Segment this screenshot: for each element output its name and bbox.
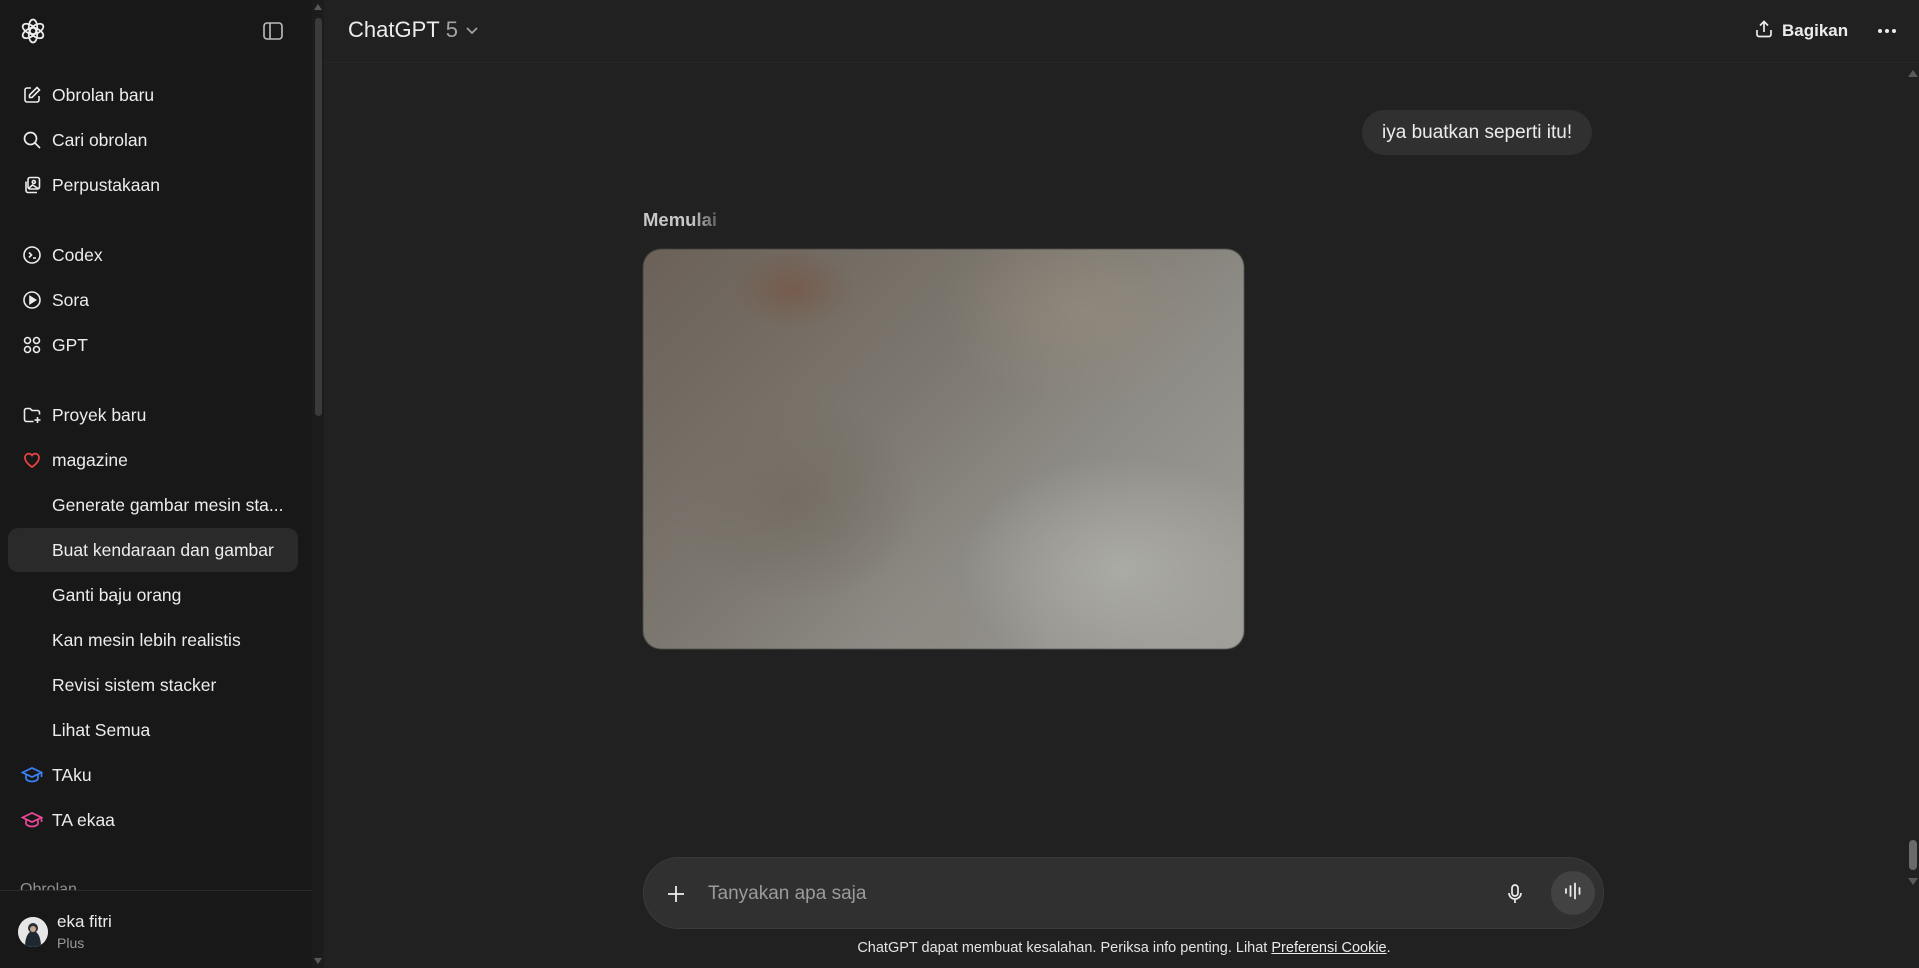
scroll-down-icon[interactable] [1908, 878, 1918, 885]
sidebar-item-gpt[interactable]: GPT [8, 323, 298, 367]
scroll-down-icon[interactable] [314, 958, 322, 964]
voice-mode-button[interactable] [1551, 871, 1595, 915]
sidebar-item-label: Sora [52, 289, 89, 310]
disclaimer-text: ChatGPT dapat membuat kesalahan. Periksa… [857, 940, 1272, 956]
sidebar-item-label: Generate gambar mesin sta... [52, 494, 284, 515]
scrollbar-thumb[interactable] [315, 18, 322, 416]
model-name: ChatGPT [348, 17, 440, 42]
top-bar: ChatGPT 5 Bagikan [324, 0, 1919, 63]
sidebar-scrollbar[interactable] [312, 0, 324, 968]
microphone-icon[interactable] [1501, 880, 1529, 908]
sidebar-item-codex[interactable]: Codex [8, 233, 298, 277]
user-plan: Plus [57, 935, 85, 951]
sidebar-item-label: Kan mesin lebih realistis [52, 629, 241, 650]
sidebar-item-chat[interactable]: Ganti baju orang [8, 573, 298, 617]
sidebar-item-label: TA ekaa [52, 809, 115, 830]
avatar [18, 917, 48, 947]
sidebar-item-see-all[interactable]: Lihat Semua [8, 708, 298, 752]
main-area: ChatGPT 5 Bagikan iya buatkan seperti it… [324, 0, 1919, 968]
model-version: 5 [445, 17, 458, 42]
plus-icon[interactable] [660, 878, 692, 910]
sidebar-item-label: Obrolan baru [52, 84, 155, 105]
prompt-input[interactable] [708, 880, 1468, 908]
sidebar-header [0, 0, 312, 62]
sidebar-item-chat-active[interactable]: Buat kendaraan dan gambar [8, 528, 298, 572]
sidebar-item-label: Proyek baru [52, 404, 147, 425]
sidebar-item-label: Buat kendaraan dan gambar [52, 539, 274, 560]
sidebar-item-new-project[interactable]: Proyek baru [8, 393, 298, 437]
sidebar: Obrolan baru Cari obrolan Perpustakaan C… [0, 0, 324, 968]
chevron-down-icon [465, 23, 479, 37]
sidebar-item-label: magazine [52, 449, 128, 470]
search-icon [21, 129, 43, 151]
sidebar-item-label: Lihat Semua [52, 719, 151, 740]
sidebar-item-label: Cari obrolan [52, 129, 148, 150]
play-circle-icon [21, 289, 43, 311]
upload-icon [1754, 19, 1774, 44]
scroll-up-icon[interactable] [1908, 70, 1918, 77]
sidebar-item-library[interactable]: Perpustakaan [8, 163, 298, 207]
generation-status: Memulai [643, 209, 718, 230]
new-chat-icon [21, 84, 43, 106]
sidebar-item-taku[interactable]: TAku [8, 753, 298, 797]
sidebar-item-chat[interactable]: Revisi sistem stacker [8, 663, 298, 707]
share-button[interactable]: Bagikan [1754, 18, 1848, 44]
sidebar-scroll-area: Obrolan baru Cari obrolan Perpustakaan C… [0, 0, 312, 890]
grid-icon [21, 334, 43, 356]
sidebar-item-new-chat[interactable]: Obrolan baru [8, 73, 298, 117]
scroll-up-icon[interactable] [314, 4, 322, 10]
sidebar-item-magazine[interactable]: magazine [8, 438, 298, 482]
sidebar-section-label: Obrolan [20, 881, 77, 890]
sidebar-item-label: Ganti baju orang [52, 584, 182, 605]
codex-icon [21, 244, 43, 266]
sidebar-item-chat[interactable]: Kan mesin lebih realistis [8, 618, 298, 662]
sidebar-item-ta-ekaa[interactable]: TA ekaa [8, 798, 298, 842]
user-menu[interactable]: eka fitri Plus [0, 890, 312, 968]
sidebar-item-label: Revisi sistem stacker [52, 674, 217, 695]
generated-image-placeholder[interactable] [643, 249, 1244, 649]
sidebar-item-label: TAku [52, 764, 92, 785]
openai-logo-icon[interactable] [20, 18, 46, 44]
sidebar-item-search[interactable]: Cari obrolan [8, 118, 298, 162]
sidebar-item-label: Perpustakaan [52, 174, 160, 195]
sidebar-item-label: GPT [52, 334, 88, 355]
library-icon [21, 174, 43, 196]
sidebar-item-label: Codex [52, 244, 103, 265]
folder-plus-icon [21, 404, 43, 426]
composer [643, 857, 1604, 929]
user-name: eka fitri [57, 912, 112, 931]
sidebar-item-chat[interactable]: Generate gambar mesin sta... [8, 483, 298, 527]
disclaimer-end: . [1386, 940, 1391, 956]
sidebar-toggle-icon[interactable] [262, 20, 284, 42]
heart-icon [21, 449, 43, 471]
share-label: Bagikan [1782, 21, 1849, 40]
audio-waveform-icon [1563, 882, 1583, 905]
disclaimer: ChatGPT dapat membuat kesalahan. Periksa… [324, 940, 1919, 956]
cookie-preferences-link[interactable]: Preferensi Cookie [1271, 940, 1386, 956]
model-selector[interactable]: ChatGPT 5 [348, 17, 479, 43]
graduation-cap-icon [21, 809, 43, 831]
sidebar-item-sora[interactable]: Sora [8, 278, 298, 322]
more-options-icon[interactable] [1874, 18, 1900, 44]
user-message: iya buatkan seperti itu! [1362, 110, 1593, 155]
main-scrollbar[interactable] [1906, 64, 1919, 968]
graduation-cap-icon [21, 764, 43, 786]
scrollbar-thumb[interactable] [1909, 840, 1917, 870]
